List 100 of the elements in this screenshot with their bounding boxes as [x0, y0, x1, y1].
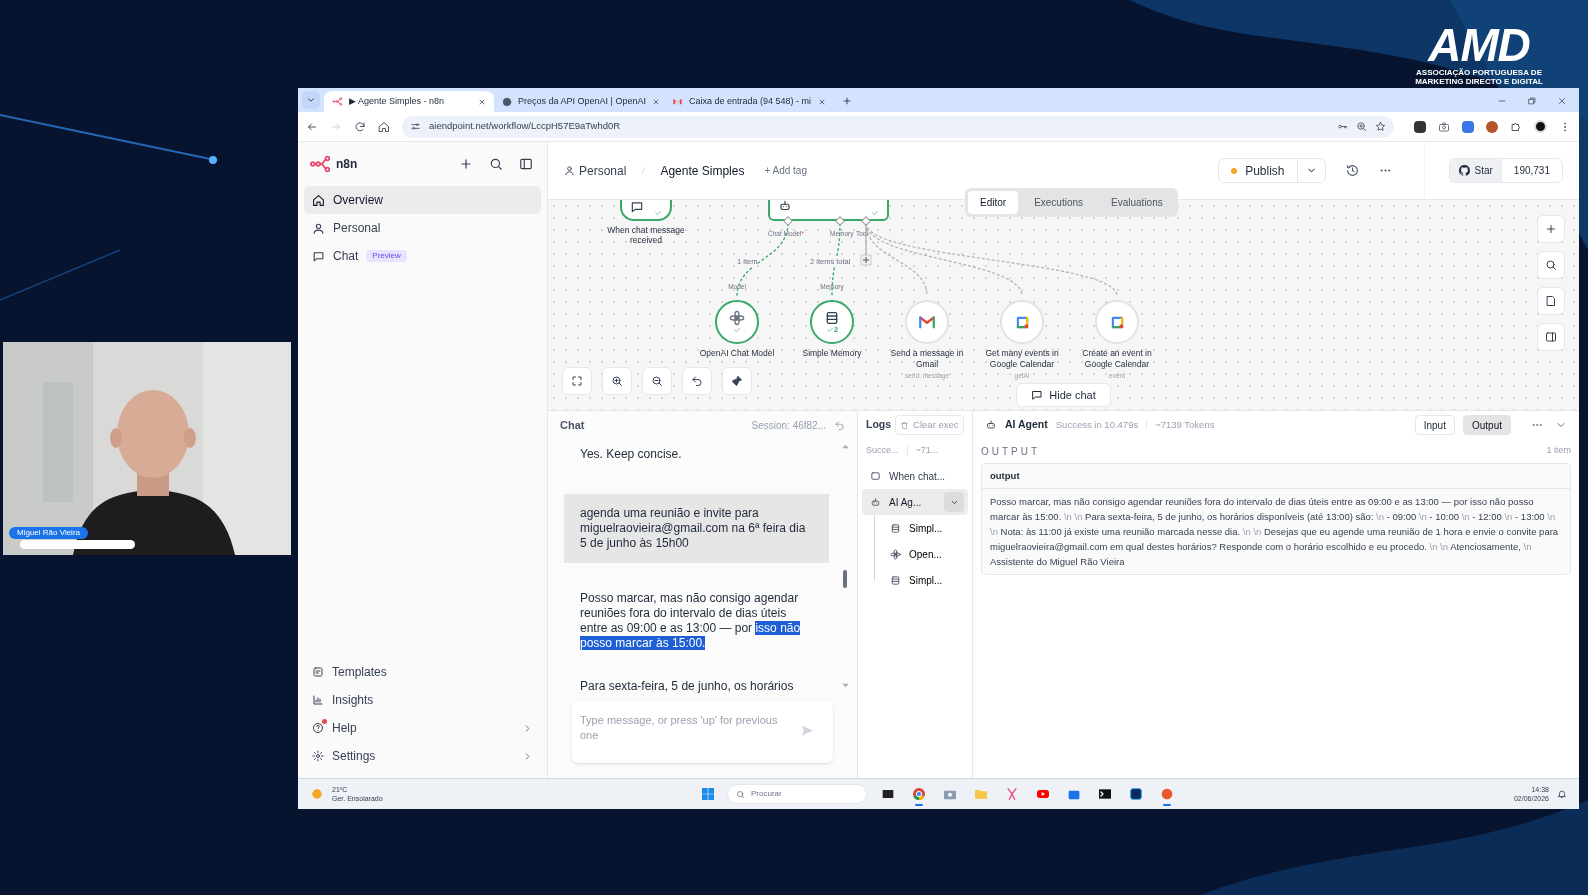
sidebar-item[interactable]: Help — [304, 714, 541, 742]
item-label: Settings — [332, 748, 377, 765]
port-handle[interactable] — [783, 216, 793, 226]
item-label: Insights — [332, 692, 375, 709]
browser-tab[interactable]: Caixa de entrada (94 548) - mi — [664, 91, 834, 112]
item-label: Overview — [333, 192, 383, 209]
add-node-button[interactable] — [1537, 215, 1565, 243]
log-entry[interactable]: When chat... — [862, 463, 968, 489]
sun-icon — [310, 787, 324, 801]
sidebar-item[interactable]: Settings — [304, 742, 541, 770]
preview-badge: Preview — [366, 250, 407, 262]
publish-control[interactable]: Publish — [1218, 158, 1326, 183]
entry-label: When chat... — [889, 469, 947, 484]
message-input[interactable]: Type message, or press 'up' for previous one — [572, 701, 833, 763]
mode-toggle[interactable]: Output — [1462, 415, 1511, 435]
scrollbar[interactable] — [841, 443, 849, 689]
node-name: AI Agent — [1005, 417, 1048, 433]
panel-button[interactable] — [1537, 323, 1565, 351]
zoom-in-icon — [611, 375, 623, 387]
node-label: OpenAI Chat Model — [698, 348, 776, 359]
log-entry[interactable]: Open... — [858, 541, 972, 567]
sidebar-item[interactable]: Templates — [304, 658, 541, 686]
speech-bubble-icon — [312, 249, 325, 263]
address-field[interactable]: aiendpoint.net/workflow/LccpH57E9aTwhd0R — [402, 115, 1394, 138]
brush-icon — [731, 375, 743, 387]
token-count: ~7139 Tokens — [1155, 417, 1216, 432]
star-icon — [1375, 121, 1386, 132]
envelope-icon — [672, 96, 683, 107]
sticky-note-button[interactable] — [1537, 287, 1565, 315]
add-tag-link[interactable]: + Add tag — [764, 163, 807, 178]
port-handle[interactable] — [861, 216, 871, 226]
home-icon — [378, 120, 390, 133]
undo-button[interactable] — [682, 367, 712, 395]
browser-tab[interactable]: Preços da API OpenAI | OpenAI — [494, 91, 664, 112]
close-icon — [1557, 96, 1567, 106]
help-icon — [312, 722, 324, 734]
back-icon — [306, 120, 318, 133]
mode-toggle[interactable]: Input — [1414, 415, 1455, 435]
expand-icon — [571, 375, 583, 387]
output-text: Posso marcar, mas não consigo agendar reuniões fora do intervalo de dias úteis entre as 09:00 e as 13:00 — por isso não posso marcar às 15:00. \n \n Para sexta-feira, 5 de junho, os horários disponíveis (até 13:00) são: \n - 09:00 \n - 10:00 \n - 12:00 \n - 13:00 \n \n Nota: às 11:00 já existe uma reunião marcada nesse dia. \n \n Desejas que eu agende uma reunião de 1 hora e envie o convite para miguelraovieira@gmail.com em qual destes horários? Responde com o horário escolhido e eu procedo. \n \n Atenciosamente, \n Assistente do Miguel Rão Vieira — [989, 495, 1560, 570]
port-handle[interactable] — [835, 216, 845, 226]
speech-bubble-icon — [630, 200, 644, 214]
note-icon — [1545, 295, 1557, 307]
sidebar-item[interactable]: Personal — [304, 214, 541, 242]
zoom-out-button[interactable] — [642, 367, 672, 395]
globe-icon — [502, 96, 512, 107]
speech-bubble-icon — [870, 470, 881, 482]
history-button[interactable] — [1345, 164, 1359, 177]
puzzle-icon — [1510, 120, 1522, 133]
item-label: Personal — [333, 220, 381, 237]
expand-toggle[interactable] — [944, 492, 964, 512]
search-icon — [736, 789, 745, 799]
close-icon — [818, 97, 826, 106]
close-icon — [478, 97, 486, 106]
taskbar-search[interactable]: Procurar — [727, 784, 867, 804]
sidebar-item[interactable]: Insights — [304, 686, 541, 714]
node-label: Create an event in Google Calendar — [1081, 348, 1153, 369]
search-button[interactable] — [1537, 251, 1565, 279]
forward-icon — [330, 120, 342, 133]
restore-icon — [1527, 96, 1537, 106]
tool-node[interactable] — [715, 300, 759, 344]
robot-icon — [778, 200, 792, 213]
hide-chat-button[interactable]: Hide chat — [1016, 383, 1111, 407]
publish-button[interactable]: Publish — [1219, 159, 1298, 182]
database-icon — [890, 522, 901, 534]
entry-label: Open... — [909, 547, 943, 562]
reset-button[interactable] — [834, 419, 845, 431]
breadcrumb-link[interactable]: Personal — [564, 161, 627, 180]
scroll-thumb[interactable] — [843, 570, 847, 588]
workflow-name: Agente Simples — [660, 162, 745, 180]
tune-icon — [410, 121, 421, 132]
view-tab[interactable]: Executions — [1022, 191, 1096, 214]
zoom-in-button[interactable] — [602, 367, 632, 395]
star-button[interactable]: Star — [1449, 159, 1502, 182]
fit-view-button[interactable] — [562, 367, 592, 395]
entry-label: AI Ag... — [889, 495, 923, 510]
profile-avatar[interactable] — [1534, 120, 1547, 133]
tab-title: Preços da API OpenAI | OpenAI — [518, 94, 646, 108]
bar-chart-icon — [312, 694, 324, 706]
close-icon — [651, 97, 660, 106]
entry-label: Simpl... — [909, 521, 944, 536]
view-tab[interactable]: Editor — [968, 191, 1019, 214]
tidy-button[interactable] — [722, 367, 752, 395]
browser-tab[interactable]: ▶ Agente Simples - n8n — [324, 91, 494, 112]
sidebar-item[interactable]: Overview — [304, 186, 541, 214]
log-entry[interactable]: Simpl... — [858, 567, 972, 593]
logo-wordmark: AMD — [1428, 22, 1530, 68]
log-entry[interactable]: Simpl... — [858, 515, 972, 541]
extension-icon[interactable] — [1414, 120, 1426, 133]
zoom-icon — [1356, 121, 1367, 132]
github-star-control[interactable]: Star 190,731 — [1448, 158, 1563, 183]
session-id: Session: 46f82... — [751, 418, 826, 433]
run-count: 2 — [833, 326, 839, 334]
nodes-icon — [332, 96, 343, 107]
node-label: Simple Memory — [801, 348, 863, 359]
log-entry[interactable]: AI Ag... — [862, 489, 968, 515]
sidebar-item[interactable]: Chat Preview — [304, 242, 541, 270]
user-message: agenda uma reunião e invite para miguelraovieira@gmail.com na 6ª feira dia 5 de junho às 15h00 — [564, 494, 829, 563]
search-icon — [1545, 259, 1557, 271]
view-tab[interactable]: Evaluations — [1099, 191, 1175, 214]
